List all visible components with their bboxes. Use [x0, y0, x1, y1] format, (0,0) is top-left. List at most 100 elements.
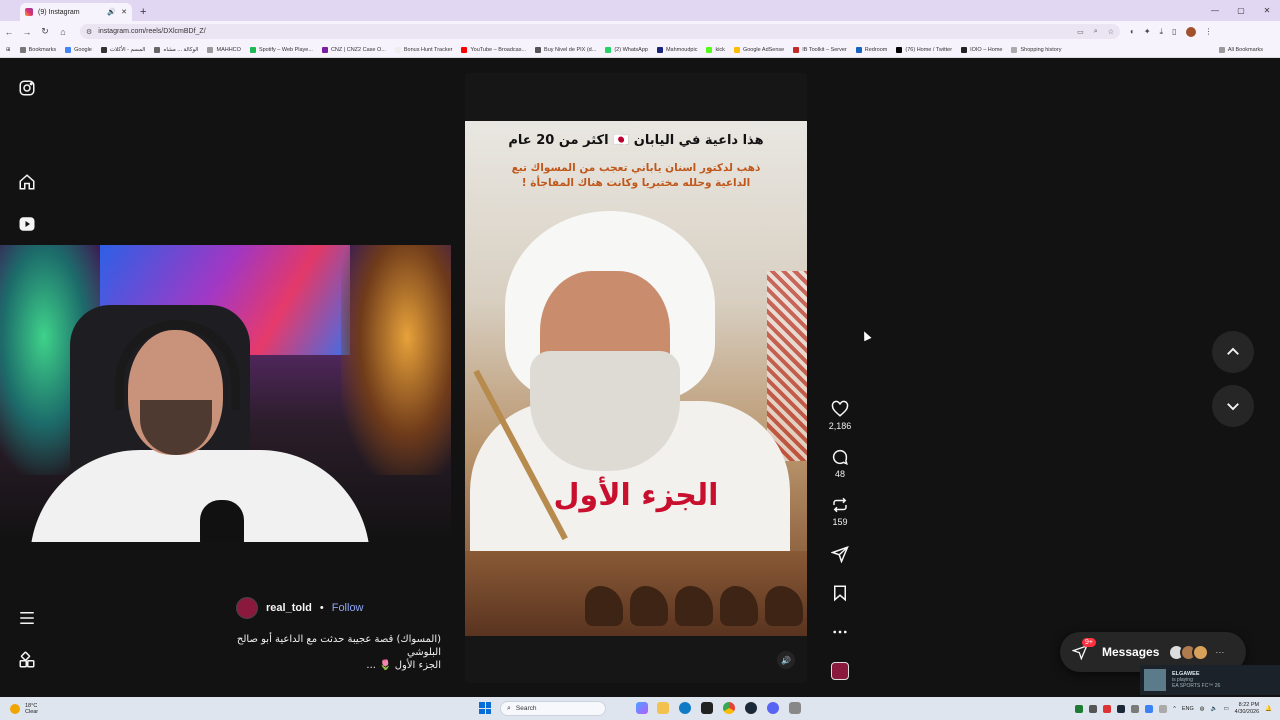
- system-tray: ^ ENG ◍ 🔈 ▭ 8:22 PM 4/30/2026 🔔: [1075, 697, 1272, 720]
- browser-menu-icon[interactable]: ⋮: [1205, 27, 1213, 36]
- tray-app-icon[interactable]: [1131, 704, 1140, 713]
- sidebar-toggle-icon[interactable]: ▯: [1172, 27, 1176, 36]
- language-indicator[interactable]: ENG: [1182, 706, 1194, 712]
- windows-start-icon[interactable]: [479, 702, 491, 714]
- notification-bell-icon[interactable]: 🔔: [1265, 706, 1272, 712]
- bookmark-item[interactable]: IOIO – Home: [961, 46, 1002, 53]
- steam-notification[interactable]: ELGAWEE is playing EA SPORTS FC™ 26: [1140, 665, 1280, 695]
- network-icon[interactable]: ◍: [1200, 706, 1205, 712]
- like-button[interactable]: 2,186: [826, 400, 854, 431]
- tab-audio-icon[interactable]: 🔊: [107, 8, 116, 16]
- more-options-button[interactable]: [826, 623, 854, 641]
- previous-reel-button[interactable]: [1212, 331, 1254, 373]
- close-window-button[interactable]: ✕: [1254, 0, 1280, 21]
- bookmark-item[interactable]: Google: [65, 46, 92, 53]
- battery-icon[interactable]: ▭: [1223, 706, 1228, 712]
- extensions-puzzle-icon[interactable]: ✦: [1144, 27, 1151, 36]
- bookmark-item[interactable]: Bookmarks: [19, 46, 56, 53]
- more-menu-icon[interactable]: [18, 609, 36, 627]
- tray-steam-icon[interactable]: [1117, 704, 1126, 713]
- extension-icon[interactable]: ◐: [1130, 27, 1135, 36]
- apps-grid-icon[interactable]: ⊞: [6, 47, 11, 53]
- store-icon[interactable]: [701, 702, 713, 714]
- weather-widget[interactable]: 18°C Clear: [10, 703, 38, 715]
- reels-icon[interactable]: [18, 215, 36, 233]
- steam-icon[interactable]: [745, 702, 757, 714]
- file-explorer-icon[interactable]: [657, 702, 669, 714]
- author-username[interactable]: real_told: [266, 602, 312, 614]
- clock-time: 8:22 PM: [1238, 701, 1260, 708]
- bookmark-item[interactable]: Redroom: [855, 46, 887, 53]
- back-icon[interactable]: ←: [0, 27, 18, 37]
- messages-more-icon[interactable]: ···: [1215, 647, 1224, 657]
- reel-video-frame[interactable]: هذا داعية في اليابان 🇯🇵 اكثر من 20 عام ذ…: [465, 121, 807, 636]
- clock[interactable]: 8:22 PM 4/30/2026: [1235, 702, 1259, 716]
- profile-avatar[interactable]: [1185, 26, 1196, 37]
- bookmark-star-icon[interactable]: ☆: [1108, 28, 1114, 36]
- comment-button[interactable]: 48: [826, 448, 854, 479]
- bookmark-item[interactable]: MAHHCO: [207, 46, 241, 53]
- instagram-logo-icon[interactable]: [18, 79, 36, 97]
- bookmark-item[interactable]: CNZ | CNZ2 Case O...: [321, 46, 386, 53]
- bookmark-item[interactable]: (2) WhatsApp: [605, 46, 648, 53]
- video-overlay-title: هذا داعية في اليابان 🇯🇵 اكثر من 20 عام: [508, 133, 764, 148]
- tab-close-icon[interactable]: ✕: [121, 8, 127, 16]
- new-tab-button[interactable]: +: [140, 6, 146, 18]
- repost-button[interactable]: 159: [826, 496, 854, 527]
- reload-icon[interactable]: ↻: [36, 26, 54, 37]
- browser-tab-instagram[interactable]: (9) Instagram 🔊 ✕: [20, 3, 132, 21]
- cast-icon[interactable]: ▭: [1077, 28, 1084, 36]
- page-scrollbar[interactable]: [1274, 61, 1278, 691]
- search-placeholder: Search: [515, 705, 537, 712]
- chevron-up-tray-icon[interactable]: ^: [1173, 706, 1176, 712]
- webcam-overlay: [0, 245, 451, 542]
- home-icon[interactable]: [18, 173, 36, 191]
- maximize-button[interactable]: ▢: [1228, 0, 1254, 21]
- address-bar[interactable]: ⚙ instagram.com/reels/DXlcmBDf_Z/ ▭ ⌕ ☆: [80, 24, 1120, 39]
- audio-thumbnail[interactable]: [831, 662, 849, 680]
- tray-app-icon[interactable]: [1159, 704, 1168, 713]
- downloads-icon[interactable]: ⤓: [1160, 27, 1164, 37]
- settings-icon[interactable]: [789, 702, 801, 714]
- share-button[interactable]: [826, 545, 854, 563]
- minimize-button[interactable]: —: [1202, 0, 1228, 21]
- zoom-icon[interactable]: ⌕: [1094, 28, 1098, 36]
- home-browser-icon[interactable]: ⌂: [54, 27, 72, 37]
- bookmark-item[interactable]: Buy Nivel de PIX (d...: [535, 46, 596, 53]
- tray-app-icon[interactable]: [1089, 704, 1098, 713]
- also-from-meta-icon[interactable]: [18, 651, 36, 669]
- bookmark-item[interactable]: Shopping history: [1011, 46, 1061, 53]
- bookmark-item[interactable]: IB Toolkit – Server: [793, 46, 847, 53]
- bookmark-item[interactable]: المسم - الأكلات: [100, 46, 145, 53]
- tray-app-icon[interactable]: [1103, 704, 1112, 713]
- author-avatar[interactable]: [236, 597, 258, 619]
- tray-app-icon[interactable]: [1145, 704, 1154, 713]
- volume-icon[interactable]: 🔈: [1211, 706, 1218, 712]
- bookmark-item[interactable]: kick: [706, 46, 725, 53]
- messages-badge: 9+: [1082, 638, 1096, 647]
- bookmark-item[interactable]: YouTube – Broadcas...: [461, 46, 526, 53]
- all-bookmarks[interactable]: All Bookmarks: [1218, 42, 1263, 57]
- edge-icon[interactable]: [679, 702, 691, 714]
- save-button[interactable]: [826, 584, 854, 602]
- follow-button[interactable]: Follow: [332, 602, 364, 614]
- reel-caption[interactable]: (المسواك) قصة عجيبة حدثت مع الداعية أبو …: [236, 633, 441, 672]
- video-overlay-part: الجزء الأول: [553, 478, 719, 513]
- bookmark-item[interactable]: Google AdSense: [733, 46, 784, 53]
- next-reel-button[interactable]: [1212, 385, 1254, 427]
- bookmark-item[interactable]: Bonus Hunt Tracker: [394, 46, 452, 53]
- discord-icon[interactable]: [767, 702, 779, 714]
- tray-nvidia-icon[interactable]: [1075, 704, 1084, 713]
- reel-video-player[interactable]: هذا داعية في اليابان 🇯🇵 اكثر من 20 عام ذ…: [465, 73, 807, 683]
- bookmark-item[interactable]: (76) Home / Twitter: [896, 46, 952, 53]
- bookmark-item[interactable]: Mahmoudpic: [656, 46, 697, 53]
- search-icon: ⌕: [507, 704, 511, 712]
- site-info-icon[interactable]: ⚙: [86, 28, 92, 36]
- taskbar-search[interactable]: ⌕ Search: [500, 701, 606, 716]
- mute-toggle-icon[interactable]: 🔊: [777, 651, 795, 669]
- forward-icon[interactable]: →: [18, 27, 36, 37]
- bookmark-item[interactable]: Spotify – Web Playe...: [249, 46, 313, 53]
- copilot-icon[interactable]: [636, 702, 648, 714]
- chrome-icon[interactable]: [723, 702, 735, 714]
- bookmark-item[interactable]: الوكالة ... مشاه: [154, 46, 198, 53]
